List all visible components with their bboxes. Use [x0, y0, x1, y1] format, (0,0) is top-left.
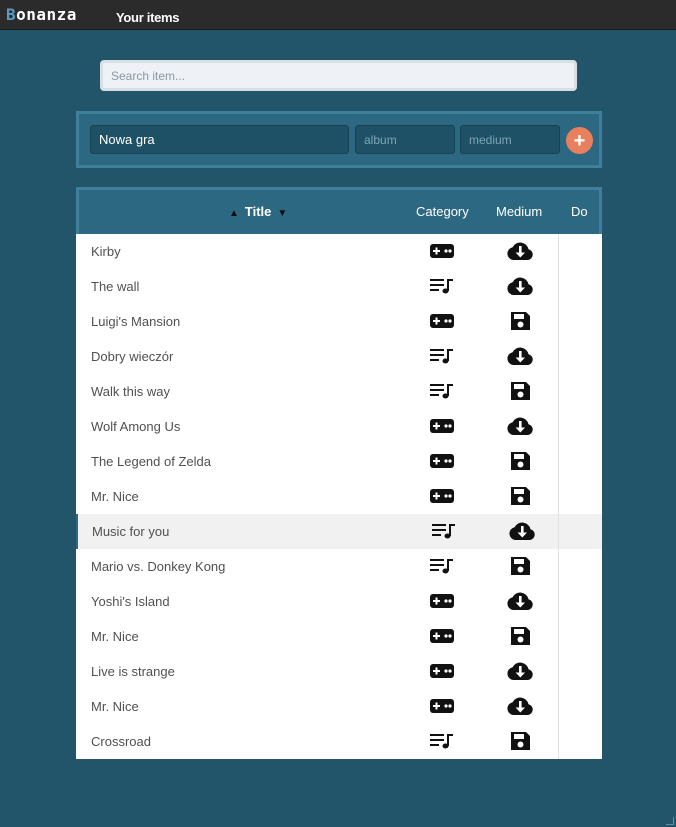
item-title: Mr. Nice — [91, 699, 139, 714]
table-row[interactable]: Wolf Among Us — [76, 409, 602, 444]
playlist-music-icon — [430, 733, 454, 749]
gamepad-icon — [430, 453, 454, 469]
gamepad-icon — [430, 698, 454, 714]
add-item-button[interactable]: + — [566, 127, 593, 154]
item-title: Walk this way — [91, 384, 170, 399]
floppy-disk-icon — [506, 485, 534, 507]
playlist-music-icon — [430, 383, 454, 399]
table-row[interactable]: Mr. Nice — [76, 689, 602, 724]
sort-descending-icon[interactable]: ▼ — [277, 208, 287, 219]
app-logo[interactable]: Bonanza — [6, 5, 77, 24]
playlist-music-icon — [430, 348, 454, 364]
new-item-medium-input[interactable] — [460, 125, 560, 154]
gamepad-icon — [430, 663, 454, 679]
gamepad-icon — [430, 418, 454, 434]
table-row[interactable]: Mario vs. Donkey Kong — [76, 549, 602, 584]
gamepad-icon — [430, 488, 454, 504]
top-navbar: Bonanza Your items — [0, 0, 676, 30]
item-title: Mario vs. Donkey Kong — [91, 559, 226, 574]
item-title: Music for you — [92, 524, 170, 539]
floppy-disk-icon — [506, 310, 534, 332]
table-row[interactable]: Mr. Nice — [76, 479, 602, 514]
item-title: Crossroad — [91, 734, 151, 749]
new-item-category-input[interactable] — [355, 125, 455, 154]
item-title: Live is strange — [91, 664, 175, 679]
logo-initial: B — [6, 5, 17, 24]
table-row[interactable]: Crossroad — [76, 724, 602, 759]
column-title-label: Title — [244, 204, 272, 219]
item-title: The Legend of Zelda — [91, 454, 211, 469]
table-row[interactable]: The wall — [76, 269, 602, 304]
cloud-download-icon — [506, 695, 534, 717]
item-title: Mr. Nice — [91, 489, 139, 504]
gamepad-icon — [430, 628, 454, 644]
cloud-download-icon — [506, 240, 534, 262]
cloud-download-icon — [508, 520, 536, 542]
cloud-download-icon — [506, 590, 534, 612]
table-row[interactable]: Luigi's Mansion — [76, 304, 602, 339]
gamepad-icon — [430, 243, 454, 259]
table-row[interactable]: Music for you — [76, 514, 602, 549]
cloud-download-icon — [506, 345, 534, 367]
floppy-disk-icon — [506, 555, 534, 577]
table-row[interactable]: Dobry wieczór — [76, 339, 602, 374]
table-row[interactable]: Mr. Nice — [76, 619, 602, 654]
item-title: Dobry wieczór — [91, 349, 174, 364]
search-input[interactable] — [100, 60, 577, 91]
item-title: Luigi's Mansion — [91, 314, 181, 329]
table-row[interactable]: The Legend of Zelda — [76, 444, 602, 479]
add-item-panel: + — [76, 111, 602, 168]
playlist-music-icon — [432, 523, 456, 539]
floppy-disk-icon — [506, 730, 534, 752]
column-category-header[interactable]: Category — [416, 204, 469, 219]
gamepad-icon — [430, 593, 454, 609]
table-row[interactable]: Walk this way — [76, 374, 602, 409]
resize-handle[interactable] — [666, 817, 674, 825]
item-title: Kirby — [91, 244, 121, 259]
nav-your-items[interactable]: Your items — [116, 10, 180, 25]
new-item-title-input[interactable] — [90, 125, 349, 154]
cloud-download-icon — [506, 415, 534, 437]
floppy-disk-icon — [506, 450, 534, 472]
column-do-header[interactable]: Do — [571, 204, 588, 219]
item-title: Yoshi's Island — [91, 594, 170, 609]
gamepad-icon — [430, 313, 454, 329]
items-table: ▲ Title ▼ Category Medium Do Kirby The wall… — [76, 187, 602, 759]
column-medium-header[interactable]: Medium — [496, 204, 542, 219]
column-title-header[interactable]: ▲ Title ▼ — [229, 204, 287, 219]
table-body: Kirby The wall Luigi's Mansion Dobry wieczó… — [76, 234, 602, 759]
item-title: The wall — [91, 279, 140, 294]
cloud-download-icon — [506, 660, 534, 682]
table-row[interactable]: Kirby — [76, 234, 602, 269]
cloud-download-icon — [506, 275, 534, 297]
playlist-music-icon — [430, 558, 454, 574]
column-divider — [558, 234, 559, 759]
table-header: ▲ Title ▼ Category Medium Do — [76, 187, 602, 234]
item-title: Mr. Nice — [91, 629, 139, 644]
table-row[interactable]: Live is strange — [76, 654, 602, 689]
item-title: Wolf Among Us — [91, 419, 181, 434]
sort-ascending-icon[interactable]: ▲ — [229, 208, 239, 219]
floppy-disk-icon — [506, 380, 534, 402]
logo-text: onanza — [16, 5, 77, 24]
floppy-disk-icon — [506, 625, 534, 647]
playlist-music-icon — [430, 278, 454, 294]
table-row[interactable]: Yoshi's Island — [76, 584, 602, 619]
